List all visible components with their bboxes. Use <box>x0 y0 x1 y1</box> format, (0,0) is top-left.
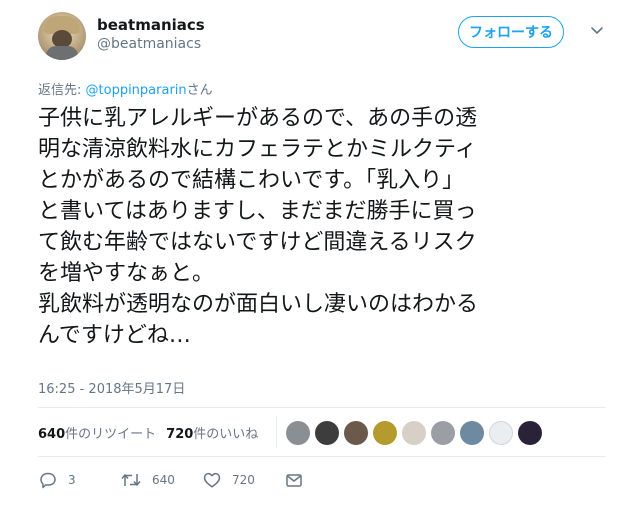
retweet-icon <box>121 473 141 487</box>
like-stat-label: 件のいいね <box>193 427 259 442</box>
avatar-body <box>46 46 78 60</box>
divider <box>38 407 606 408</box>
retweet-stat-label: 件のリツイート <box>65 427 157 442</box>
liker-avatar[interactable] <box>344 421 368 445</box>
tweet-stats: 640件のリツイート 720件のいいね <box>38 423 258 442</box>
stats-divider <box>276 416 277 448</box>
retweet-stat[interactable]: 640件のリツイート <box>38 427 156 442</box>
reply-action[interactable]: 3 <box>38 470 76 490</box>
retweet-stat-count: 640 <box>38 427 66 442</box>
reply-prefix: 返信先: <box>38 83 86 98</box>
user-handle[interactable]: @beatmaniacs <box>97 36 201 52</box>
liker-avatar[interactable] <box>489 421 513 445</box>
follow-button[interactable]: フォローする <box>458 16 564 48</box>
avatar[interactable] <box>38 12 86 60</box>
retweet-count: 640 <box>152 473 175 487</box>
liker-avatar[interactable] <box>518 421 542 445</box>
like-count: 720 <box>232 473 255 487</box>
reply-context: 返信先: @toppinpararinさん <box>38 79 213 98</box>
liker-avatar[interactable] <box>286 421 310 445</box>
reply-suffix: さん <box>186 83 213 98</box>
user-name[interactable]: beatmaniacs <box>97 16 205 34</box>
tweet-timestamp[interactable]: 16:25 - 2018年5月17日 <box>38 378 185 397</box>
liker-avatar[interactable] <box>373 421 397 445</box>
direct-message-action[interactable] <box>284 470 304 490</box>
liker-avatar[interactable] <box>431 421 455 445</box>
heart-icon <box>203 472 221 488</box>
like-stat[interactable]: 720件のいいね <box>166 427 258 442</box>
reply-icon <box>40 472 56 489</box>
divider <box>38 456 606 457</box>
liker-avatar[interactable] <box>402 421 426 445</box>
tweet-text: 子供に乳アレルギーがあるので、あの手の透 明な清涼飲料水にカフェラテとかミルクテ… <box>38 106 479 348</box>
chevron-down-icon[interactable] <box>590 24 604 38</box>
retweet-action[interactable]: 640 <box>120 470 175 490</box>
like-action[interactable]: 720 <box>202 470 255 490</box>
like-stat-count: 720 <box>166 427 194 442</box>
reply-mention-link[interactable]: @toppinpararin <box>86 83 187 98</box>
envelope-icon <box>286 474 302 487</box>
liker-avatar[interactable] <box>315 421 339 445</box>
tweet-header: beatmaniacs @beatmaniacs フォローする <box>38 12 618 62</box>
liker-avatar[interactable] <box>460 421 484 445</box>
reply-count: 3 <box>68 473 76 487</box>
